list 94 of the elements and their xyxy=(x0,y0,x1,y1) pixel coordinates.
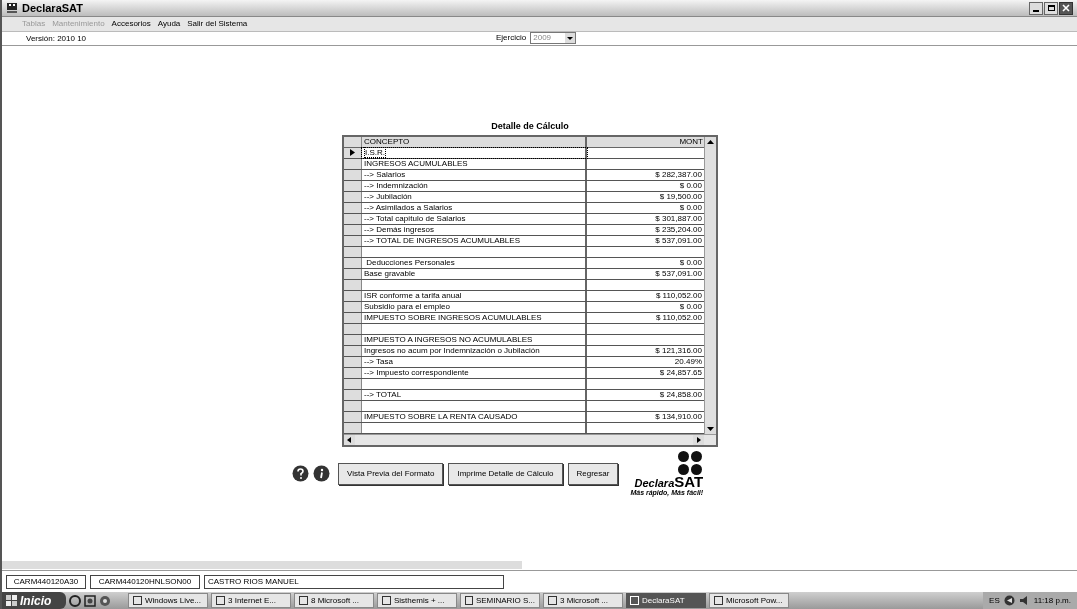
table-cell: $ 24,857.65 xyxy=(659,367,702,377)
help-icon[interactable] xyxy=(292,465,309,482)
table-cell: $ 110,052.00 xyxy=(655,290,702,300)
app-icon xyxy=(6,2,18,14)
menu-item[interactable]: Salir del Sistema xyxy=(187,18,248,30)
action-button[interactable]: Regresar xyxy=(567,462,619,485)
taskbar-button[interactable]: Windows Live... xyxy=(128,593,208,608)
row-header[interactable] xyxy=(344,147,362,158)
table-cell: $ 0.00 xyxy=(679,257,702,267)
window-icon xyxy=(216,596,225,605)
table-cell: --> Tasa xyxy=(364,356,393,366)
window-icon xyxy=(548,596,557,605)
window-icon xyxy=(465,596,473,605)
restore-button[interactable] xyxy=(1044,1,1058,15)
status-field: CARM440120HNLSON00 xyxy=(90,574,200,589)
taskbar-button[interactable]: 3 Internet E... xyxy=(211,593,291,608)
window-title: DeclaraSAT xyxy=(22,0,83,16)
table-cell: Ingresos no acum por Indemnización o Jubilación xyxy=(364,345,540,355)
start-button[interactable]: Inicio xyxy=(2,592,66,609)
network-icon[interactable] xyxy=(1003,595,1015,606)
window-icon xyxy=(382,596,391,605)
table-cell: I.S.R. xyxy=(364,146,386,158)
logo-dots-icon xyxy=(677,450,704,476)
horizontal-scrollbar[interactable] xyxy=(344,433,716,445)
table-cell: --> Total capítulo de Salarios xyxy=(364,213,466,223)
info-icon[interactable] xyxy=(313,465,330,482)
table-cell: --> Indemnización xyxy=(364,180,428,190)
table-cell: --> Demás ingresos xyxy=(364,224,435,234)
scroll-left-icon xyxy=(344,434,355,445)
language-indicator[interactable]: ES xyxy=(989,594,1000,607)
window-icon xyxy=(299,596,308,605)
table-cell: Subsidio para el empleo xyxy=(364,301,450,311)
column-header: CONCEPTO xyxy=(362,136,587,147)
close-icon xyxy=(1062,4,1070,12)
table-cell: $ 0.00 xyxy=(679,301,702,311)
grid-title: Detalle de Cálculo xyxy=(491,120,569,133)
window-icon[interactable] xyxy=(84,594,96,607)
table-cell: --> Salarios xyxy=(364,169,406,179)
row-pointer-icon xyxy=(350,149,355,156)
table-cell: $ 19,500.00 xyxy=(659,191,702,201)
table-cell: 20.49% xyxy=(674,356,702,366)
browser-icon[interactable] xyxy=(69,594,81,607)
table-cell: $ 537,091.00 xyxy=(655,268,702,278)
window-icon xyxy=(714,596,723,605)
table-cell: --> Jubilación xyxy=(364,191,412,201)
version-label: Versión: 2010 10 xyxy=(26,32,87,45)
action-button[interactable]: Vista Previa del Formato xyxy=(338,462,444,485)
table-cell: --> Asimilados a Salarios xyxy=(364,202,453,212)
table-cell: $ 24,858.00 xyxy=(659,389,702,399)
table-cell-text: Deducciones Personales xyxy=(365,257,455,267)
status-field: CASTRO RIOS MANUEL xyxy=(204,574,504,589)
table-cell: Base gravable xyxy=(364,268,416,278)
table-cell: $ 235,204.00 xyxy=(655,224,702,234)
taskbar-button[interactable]: Microsoft Pow... xyxy=(709,593,789,608)
table-cell: IMPUESTO SOBRE INGRESOS ACUMULABLES xyxy=(364,312,542,322)
table-cell: IMPUESTO A INGRESOS NO ACUMULABLES xyxy=(364,334,533,344)
table-cell: --> TOTAL DE INGRESOS ACUMULABLES xyxy=(364,235,520,245)
row-header xyxy=(344,136,362,147)
table-cell: $ 0.00 xyxy=(679,180,702,190)
ejercicio-label: Ejercicio xyxy=(496,32,527,44)
table-cell: --> TOTAL xyxy=(364,389,402,399)
action-button[interactable]: Imprime Detalle de Cálculo xyxy=(448,462,563,485)
scroll-right-icon xyxy=(693,434,704,445)
table-cell: --> Impuesto correspondiente xyxy=(364,367,469,377)
table-cell: $ 134,910.00 xyxy=(655,411,702,421)
table-cell: $ 537,091.00 xyxy=(655,235,702,245)
minimize-button[interactable] xyxy=(1029,1,1043,15)
close-button[interactable] xyxy=(1059,1,1073,15)
window-icon xyxy=(630,596,639,605)
table-cell: $ 0.00 xyxy=(679,202,702,212)
table-cell: IMPUESTO SOBRE LA RENTA CAUSADO xyxy=(364,411,518,421)
window-icon xyxy=(133,596,142,605)
menu-item[interactable]: Ayuda xyxy=(157,18,181,30)
taskbar-button[interactable]: SEMINARIO S... xyxy=(460,593,540,608)
vertical-scrollbar[interactable] xyxy=(704,136,716,434)
clock: 11:18 p.m. xyxy=(1033,594,1071,607)
table-cell: INGRESOS ACUMULABLES xyxy=(364,158,468,168)
speaker-icon[interactable] xyxy=(1018,595,1030,606)
column-header: MONT xyxy=(587,136,704,147)
status-field: CARM440120A30 xyxy=(6,574,86,589)
windows-logo-icon xyxy=(6,595,18,606)
table-cell: $ 282,387.00 xyxy=(655,169,702,179)
table-cell: ISR conforme a tarifa anual xyxy=(364,290,462,300)
taskbar-button[interactable]: 8 Microsoft ... xyxy=(294,593,374,608)
logo-text: DeclaraSAT xyxy=(634,476,704,489)
table-cell: $ 301,887.00 xyxy=(655,213,702,223)
table-cell: $ 110,052.00 xyxy=(655,312,702,322)
taskbar-button[interactable]: Sisthemis + ... xyxy=(377,593,457,608)
media-icon[interactable] xyxy=(99,594,111,607)
menu-item[interactable]: Accesorios xyxy=(111,18,151,30)
taskbar-button[interactable]: 3 Microsoft ... xyxy=(543,593,623,608)
year-dropdown[interactable]: 2009 xyxy=(530,32,577,44)
taskbar-button[interactable]: DeclaraSAT xyxy=(626,593,706,608)
table-cell: $ 121,316.00 xyxy=(655,345,702,355)
